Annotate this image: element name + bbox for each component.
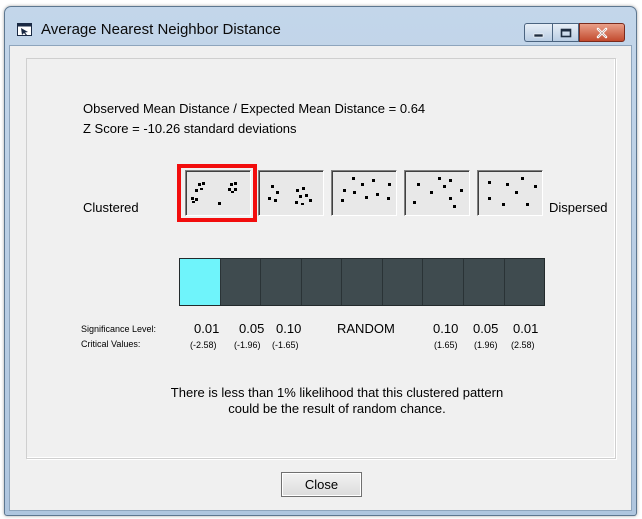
- scale-segment-5: [383, 259, 424, 305]
- zscore-text: Z Score = -10.26 standard deviations: [83, 121, 297, 136]
- close-button[interactable]: Close: [281, 472, 362, 497]
- pattern-dispersed: [477, 170, 543, 216]
- crit-value-4: (1.96): [474, 340, 498, 350]
- clustered-label: Clustered: [83, 200, 139, 215]
- scale-segment-0: [180, 259, 221, 305]
- interpretation-line-1: There is less than 1% likelihood that th…: [170, 385, 504, 400]
- close-window-button[interactable]: [579, 23, 625, 42]
- somewhat-clustered-points-icon: [268, 185, 312, 205]
- pattern-somewhat-dispersed: [404, 170, 470, 216]
- close-icon: [596, 27, 608, 38]
- critical-values-label: Critical Values:: [81, 339, 141, 349]
- scale-segment-2: [261, 259, 302, 305]
- sig-level-2: 0.10: [276, 321, 302, 336]
- sig-level-0: 0.01: [194, 321, 220, 336]
- random-points-icon: [341, 177, 391, 202]
- pattern-random: [331, 170, 397, 216]
- crit-value-5: (2.58): [511, 340, 535, 350]
- interpretation-text: There is less than 1% likelihood that th…: [137, 385, 537, 417]
- significance-level-label: Significance Level:: [81, 324, 157, 334]
- minimize-icon: [533, 33, 543, 37]
- sig-level-1: 0.05: [239, 321, 265, 336]
- crit-value-2: (-1.65): [272, 340, 299, 350]
- crit-value-3: (1.65): [434, 340, 458, 350]
- maximize-button[interactable]: [552, 23, 579, 42]
- sig-level-4: 0.10: [433, 321, 459, 336]
- scale-segment-7: [464, 259, 505, 305]
- scale-segment-6: [423, 259, 464, 305]
- scale-segment-4: [342, 259, 383, 305]
- dialog-window: Average Nearest Neighbor Distance Observ…: [4, 6, 637, 516]
- title-bar[interactable]: Average Nearest Neighbor Distance: [5, 7, 636, 49]
- scale-segment-1: [221, 259, 262, 305]
- app-icon: [17, 23, 32, 36]
- results-group: Observed Mean Distance / Expected Mean D…: [26, 58, 616, 459]
- crit-value-1: (-1.96): [234, 340, 261, 350]
- scale-segment-8: [505, 259, 545, 305]
- sig-level-6: 0.01: [513, 321, 539, 336]
- somewhat-dispersed-points-icon: [413, 177, 463, 208]
- interpretation-line-2: could be the result of random chance.: [228, 401, 446, 416]
- dispersed-label: Dispersed: [549, 200, 608, 215]
- dispersed-points-icon: [488, 177, 537, 206]
- pattern-somewhat-clustered: [258, 170, 324, 216]
- ratio-text: Observed Mean Distance / Expected Mean D…: [83, 101, 426, 116]
- significance-scale-bar: [179, 258, 545, 306]
- sig-level-5: 0.05: [473, 321, 499, 336]
- sig-level-random: RANDOM: [337, 321, 395, 336]
- scale-segment-3: [302, 259, 343, 305]
- minimize-button[interactable]: [524, 23, 552, 42]
- window-title: Average Nearest Neighbor Distance: [41, 21, 281, 38]
- maximize-icon: [560, 28, 571, 37]
- selected-pattern-highlight: [177, 164, 257, 222]
- dialog-client-area: Observed Mean Distance / Expected Mean D…: [9, 45, 632, 511]
- crit-value-0: (-2.58): [190, 340, 217, 350]
